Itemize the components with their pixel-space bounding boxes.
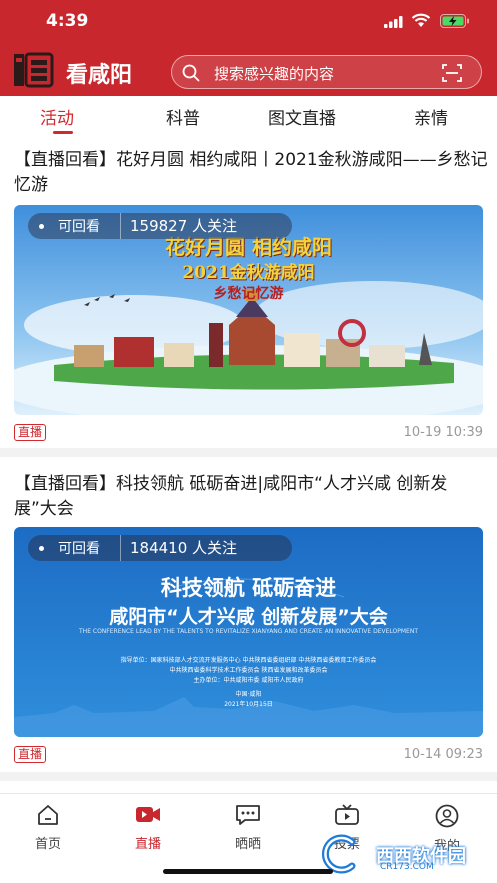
- status-bar: 4:39: [0, 0, 497, 44]
- banner-line2: 2021金秋游咸阳: [182, 263, 315, 283]
- nav-share-label: 晒晒: [234, 837, 261, 852]
- card-separator: [0, 772, 497, 781]
- organizers-line3: 主办单位：中共咸阳市委 咸阳市人民政府: [193, 677, 304, 684]
- status-time: 4:39: [46, 11, 89, 31]
- event-date: 2021年10月15日: [224, 701, 273, 708]
- banner-line1: 科技领航 砥砺奋进: [160, 575, 337, 600]
- live-badge: 直播: [14, 424, 47, 441]
- nav-live-label: 直播: [134, 837, 161, 852]
- post-date: 10-14 09:23: [403, 747, 483, 762]
- overlay-divider: [120, 213, 121, 239]
- wifi-icon: [411, 13, 431, 27]
- organizers-line1: 指导单位：国家科技部人才交流开发服务中心 中共陕西省委组织部 中共陕西省委教育工…: [120, 657, 377, 664]
- banner-line3: 乡愁记忆游: [213, 286, 284, 302]
- app-title: 看咸阳: [66, 62, 133, 88]
- replay-label: 可回看: [58, 541, 100, 557]
- watermark-url: CR173.COM: [380, 862, 434, 872]
- replay-label: 可回看: [58, 219, 100, 235]
- card-title[interactable]: 【直播回看】科技领航 砥砺奋进|咸阳市“人才兴咸 创新发展”大会: [14, 472, 488, 522]
- chat-bubble-icon: [236, 805, 260, 825]
- home-icon: [38, 805, 58, 825]
- search-placeholder: 搜索感兴趣的内容: [214, 65, 335, 83]
- view-count: 184410 人关注: [130, 539, 238, 557]
- watermark-logo-icon: [321, 834, 356, 874]
- tv-icon: [335, 804, 359, 825]
- tab-science[interactable]: 科普: [166, 104, 200, 129]
- organizers-line2: 中共陕西省委科学技术工作委员会 陕西省发展和改革委员会: [169, 667, 328, 674]
- xianyang-seal-logo: [14, 52, 54, 88]
- cellular-signal-icon: [384, 16, 403, 28]
- banner-line2: 咸阳市“人才兴咸 创新发展”大会: [109, 606, 388, 628]
- view-count: 159827 人关注: [130, 217, 238, 235]
- overlay-divider: [120, 535, 121, 561]
- card-title[interactable]: 【直播回看】花好月圆 相约咸阳丨2021金秋游咸阳——乡愁记忆游: [14, 148, 488, 198]
- nav-live[interactable]: 直播: [113, 804, 183, 852]
- tab-activity[interactable]: 活动: [40, 104, 74, 129]
- tab-live-text[interactable]: 图文直播: [268, 104, 336, 129]
- card-thumbnail[interactable]: 科技领航 砥砺奋进 咸阳市“人才兴咸 创新发展”大会 THE CONFERENC…: [14, 527, 483, 737]
- home-indicator: [163, 869, 333, 874]
- event-place: 中国·咸阳: [235, 691, 262, 698]
- battery-charging-icon: [440, 14, 469, 28]
- app-header: 4:39 看咸阳 搜索感兴趣的内容: [0, 0, 497, 96]
- nav-home-label: 首页: [34, 837, 61, 852]
- search-bar[interactable]: 搜索感兴趣的内容: [171, 55, 482, 89]
- replay-dot: [39, 224, 44, 229]
- card-thumbnail[interactable]: 花好月圆 相约咸阳 2021金秋游咸阳 乡愁记忆游 可回看 159827 人关注: [14, 205, 483, 415]
- live-badge: 直播: [14, 746, 47, 763]
- banner-english: THE CONFERENCE LEAD BY THE TALENTS TO RE…: [79, 628, 418, 635]
- card-separator: [0, 448, 497, 457]
- user-icon: [435, 804, 459, 828]
- post-date: 10-19 10:39: [403, 425, 483, 440]
- search-icon: [182, 64, 200, 82]
- video-camera-icon: [136, 807, 160, 822]
- site-watermark: 西西软件园 CR173.COM: [318, 834, 488, 874]
- scan-icon[interactable]: [442, 63, 462, 83]
- category-tabs: 活动 科普 图文直播 亲情: [0, 96, 497, 136]
- active-tab-indicator: [53, 131, 73, 134]
- replay-dot: [39, 546, 44, 551]
- nav-home[interactable]: 首页: [13, 804, 83, 852]
- tab-family[interactable]: 亲情: [414, 104, 448, 129]
- nav-share[interactable]: 晒晒: [213, 804, 283, 852]
